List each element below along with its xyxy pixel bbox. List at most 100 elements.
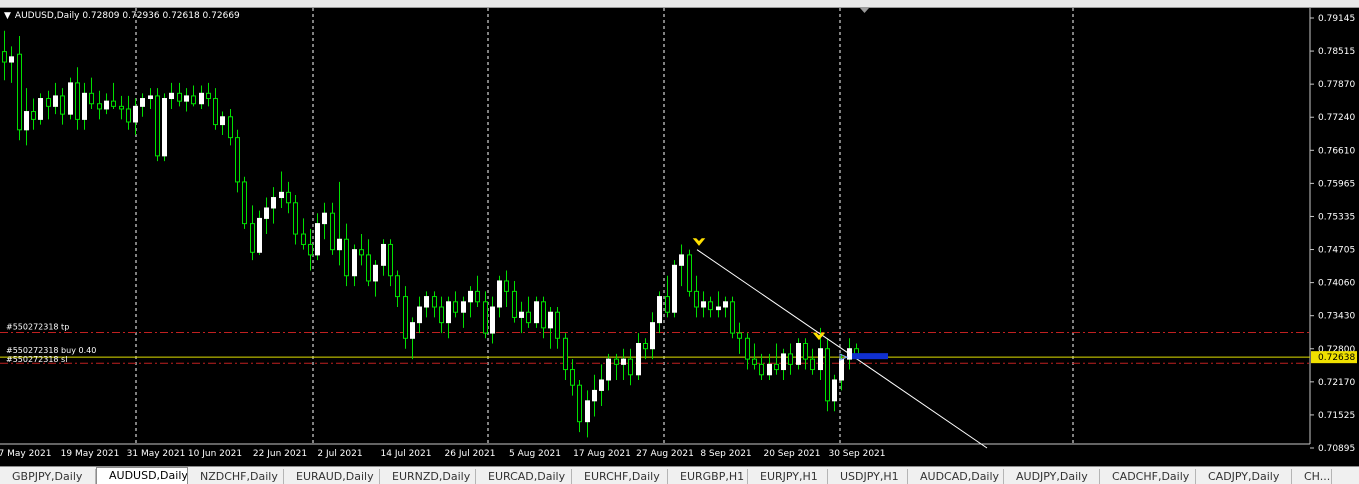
chart-window[interactable]: ▼ AUDUSD,Daily 0.72809 0.72936 0.72618 0.…	[0, 0, 1359, 466]
candle-body-bear	[344, 238, 349, 277]
chart-tab[interactable]: USDJPY,H1	[828, 469, 908, 484]
candle-body-bull	[381, 243, 386, 266]
candle-body-bear	[512, 290, 517, 318]
candle-body-bear	[46, 98, 51, 107]
candle-body-bull	[104, 100, 109, 110]
chart-tab[interactable]: NZDCHF,Daily	[188, 469, 284, 484]
candle-body-bear	[155, 95, 160, 157]
chart-tab[interactable]: CH...	[1292, 469, 1332, 484]
chart-tab[interactable]: AUDCAD,Daily	[908, 469, 1004, 484]
candle-body-bull	[650, 322, 655, 350]
candle-body-bear	[439, 306, 444, 324]
price-tick-label: 0.72170	[1318, 378, 1355, 388]
candle-body-bull	[133, 105, 138, 123]
price-tick-label: 0.77240	[1318, 113, 1355, 123]
candle-body-bear	[286, 191, 291, 204]
chart-tab[interactable]: CADJPY,Daily	[1196, 469, 1292, 484]
candle-body-bear	[97, 103, 102, 110]
price-tick-label: 0.73430	[1318, 312, 1355, 322]
price-tick-label: 0.75335	[1318, 212, 1355, 222]
candle-body-bear	[126, 108, 131, 123]
chart-tab[interactable]: EURJPY,H1	[748, 469, 828, 484]
down-arrow-icon	[812, 332, 826, 341]
candle-body-bear	[242, 181, 247, 225]
candle-body-bear	[708, 301, 713, 311]
candle-body-bull	[592, 389, 597, 402]
time-tick-label: 26 Jul 2021	[445, 449, 496, 459]
candle-body-bull	[410, 322, 415, 339]
time-tick-label: 22 Jun 2021	[253, 449, 307, 459]
chart-tab[interactable]: AUDUSD,Daily	[96, 467, 188, 484]
candle-body-bull	[24, 111, 29, 131]
candle-body-bear	[759, 363, 764, 376]
candle-body-bull	[767, 363, 772, 376]
candle-body-bull	[82, 92, 87, 120]
candle-body-bull	[417, 306, 422, 324]
candle-body-bear	[483, 301, 488, 334]
candle-body-bear	[752, 358, 757, 365]
price-chart[interactable]: 0.79145 0.78515 0.77870 0.77240 0.76610 0.759…	[0, 8, 1359, 466]
candle-body-bear	[2, 51, 7, 63]
candle-body-bear	[563, 337, 568, 371]
chart-tab[interactable]: EURNZD,Daily	[380, 469, 476, 484]
candle-body-bull	[373, 264, 378, 282]
time-tick-label: 2 Jul 2021	[317, 449, 362, 459]
chart-tab[interactable]: EURCHF,Daily	[572, 469, 668, 484]
candle-body-bear	[250, 223, 255, 253]
candle-body-bear	[330, 212, 335, 251]
tp-label: #550272318 tp	[6, 323, 69, 332]
candle-body-bull	[424, 296, 429, 308]
time-tick-label: 7 May 2021	[0, 449, 51, 459]
price-tick-label: 0.76610	[1318, 146, 1355, 156]
candle-body-bear	[570, 369, 575, 386]
candle-body-bear	[191, 95, 196, 105]
chart-tab[interactable]: EURAUD,Daily	[284, 469, 380, 484]
candle-body-bull	[534, 301, 539, 324]
candle-body-bull	[468, 290, 473, 303]
candle-body-bear	[75, 82, 80, 120]
chart-tab[interactable]: GBPJPY,Daily	[0, 469, 96, 484]
candle-body-bear	[810, 358, 815, 371]
chart-tabs-bar: GBPJPY,Daily AUDUSD,Daily NZDCHF,Daily EURA…	[0, 466, 1359, 484]
candle-body-bear	[17, 53, 22, 131]
candle-body-bear	[614, 358, 619, 365]
chart-tab[interactable]: EURGBP,H1	[668, 469, 748, 484]
candle-body-bull	[657, 296, 662, 324]
candle-body-bull	[679, 254, 684, 266]
candle-body-bull	[257, 217, 262, 253]
down-arrow-icon	[692, 238, 706, 246]
candle-body-bull	[53, 95, 58, 107]
candle-body-bear	[788, 353, 793, 365]
chart-tab[interactable]: CADCHF,Daily	[1100, 469, 1196, 484]
candle-body-bear	[737, 332, 742, 339]
candle-body-bull	[162, 98, 167, 157]
candle-body-bull	[337, 238, 342, 251]
price-tick-label: 0.70895	[1318, 444, 1355, 454]
time-tick-label: 27 Aug 2021	[636, 449, 694, 459]
candle-body-bull	[264, 207, 269, 219]
candle-body-bear	[577, 384, 582, 423]
candle-body-bear	[60, 95, 65, 115]
chart-tab[interactable]: EURCAD,Daily	[476, 469, 572, 484]
candle-body-bear	[825, 348, 830, 402]
chart-shift-icon[interactable]	[860, 8, 869, 13]
candle-body-bull	[220, 116, 225, 126]
time-tick-label: 20 Sep 2021	[763, 449, 820, 459]
candle-body-bear	[31, 111, 36, 120]
chart-tab[interactable]: AUDJPY,Daily	[1004, 469, 1100, 484]
chart-top-strip	[0, 0, 1359, 8]
candle-body-bear	[206, 92, 211, 100]
price-tick-label: 0.71525	[1318, 411, 1355, 421]
candle-body-bear	[665, 296, 670, 313]
candle-body-bear	[628, 358, 633, 376]
candle-body-bull	[169, 92, 174, 100]
trendline[interactable]	[696, 249, 988, 449]
candle-body-bear	[504, 280, 509, 292]
candle-body-bear	[403, 296, 408, 339]
candle-body-bear	[395, 275, 400, 298]
candle-body-bull	[636, 342, 641, 376]
candle-body-bear	[359, 249, 364, 256]
time-tick-label: 31 May 2021	[127, 449, 186, 459]
candle-body-bear	[301, 233, 306, 245]
candle-body-bull	[606, 358, 611, 381]
